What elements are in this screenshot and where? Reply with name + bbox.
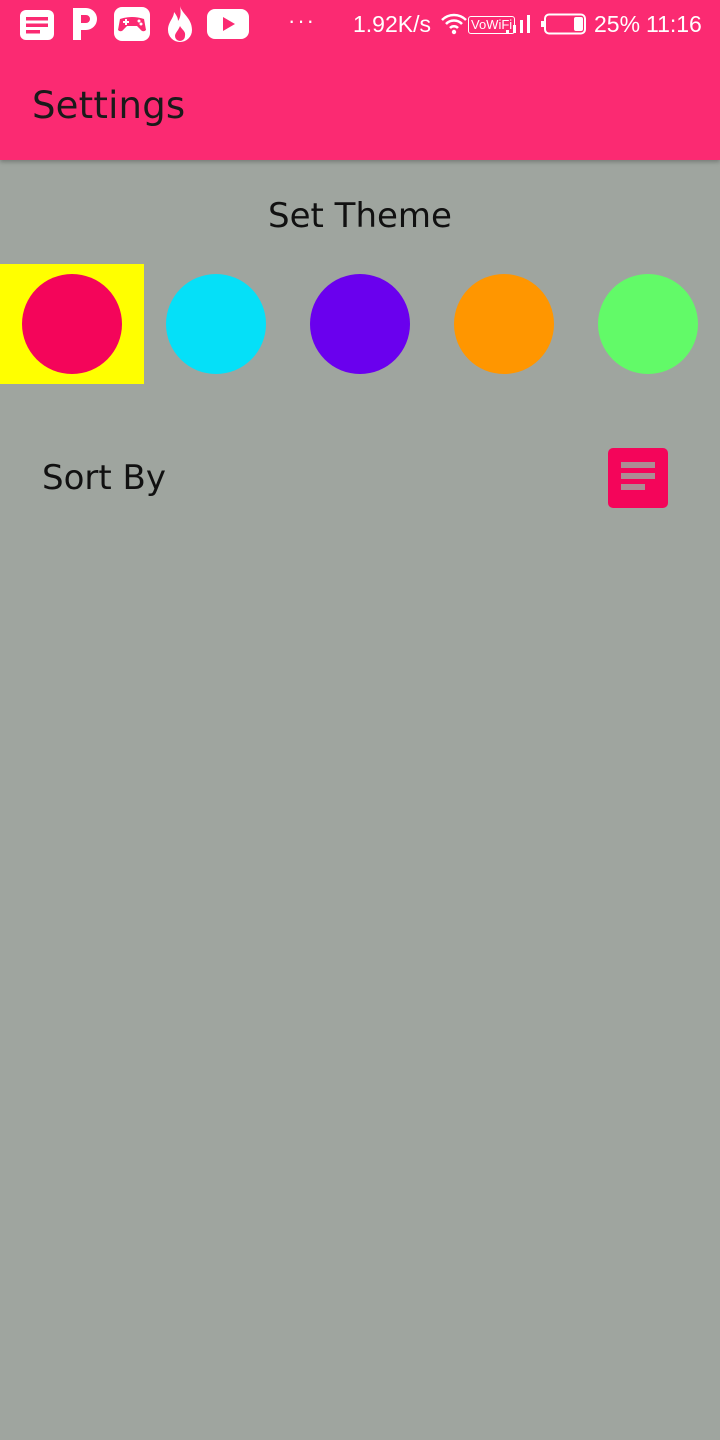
status-bar: ··· 1.92K/s VoWiFi 25% 11:16 — [0, 0, 720, 50]
battery-percent: 25% — [594, 11, 641, 37]
swatch-circle — [166, 274, 266, 374]
theme-swatch-purple[interactable] — [288, 264, 432, 384]
swatch-circle — [598, 274, 698, 374]
game-controller-icon — [113, 6, 151, 47]
flame-icon — [164, 4, 196, 49]
sort-button[interactable] — [608, 448, 668, 508]
swatch-circle — [22, 274, 122, 374]
theme-swatch-pink[interactable] — [0, 264, 144, 384]
signal-icon — [505, 14, 531, 39]
swatch-circle — [310, 274, 410, 374]
sort-icon — [620, 458, 656, 499]
swatch-circle — [454, 274, 554, 374]
network-speed: 1.92K/s — [353, 11, 431, 37]
theme-swatch-row — [0, 264, 720, 384]
youtube-icon — [206, 8, 250, 45]
wifi-icon — [440, 12, 468, 41]
set-theme-title: Set Theme — [268, 196, 452, 236]
app-header: ··· 1.92K/s VoWiFi 25% 11:16 Settings — [0, 0, 720, 160]
theme-swatch-cyan[interactable] — [144, 264, 288, 384]
notes-icon — [18, 8, 56, 47]
theme-swatch-orange[interactable] — [432, 264, 576, 384]
p-app-icon — [70, 6, 100, 47]
theme-swatch-green[interactable] — [576, 264, 720, 384]
page-title: Settings — [32, 84, 186, 127]
overflow-notifications-dots: ··· — [288, 8, 316, 33]
clock-time: 11:16 — [646, 11, 702, 37]
sort-by-label: Sort By — [42, 458, 166, 498]
battery-icon — [540, 13, 588, 40]
